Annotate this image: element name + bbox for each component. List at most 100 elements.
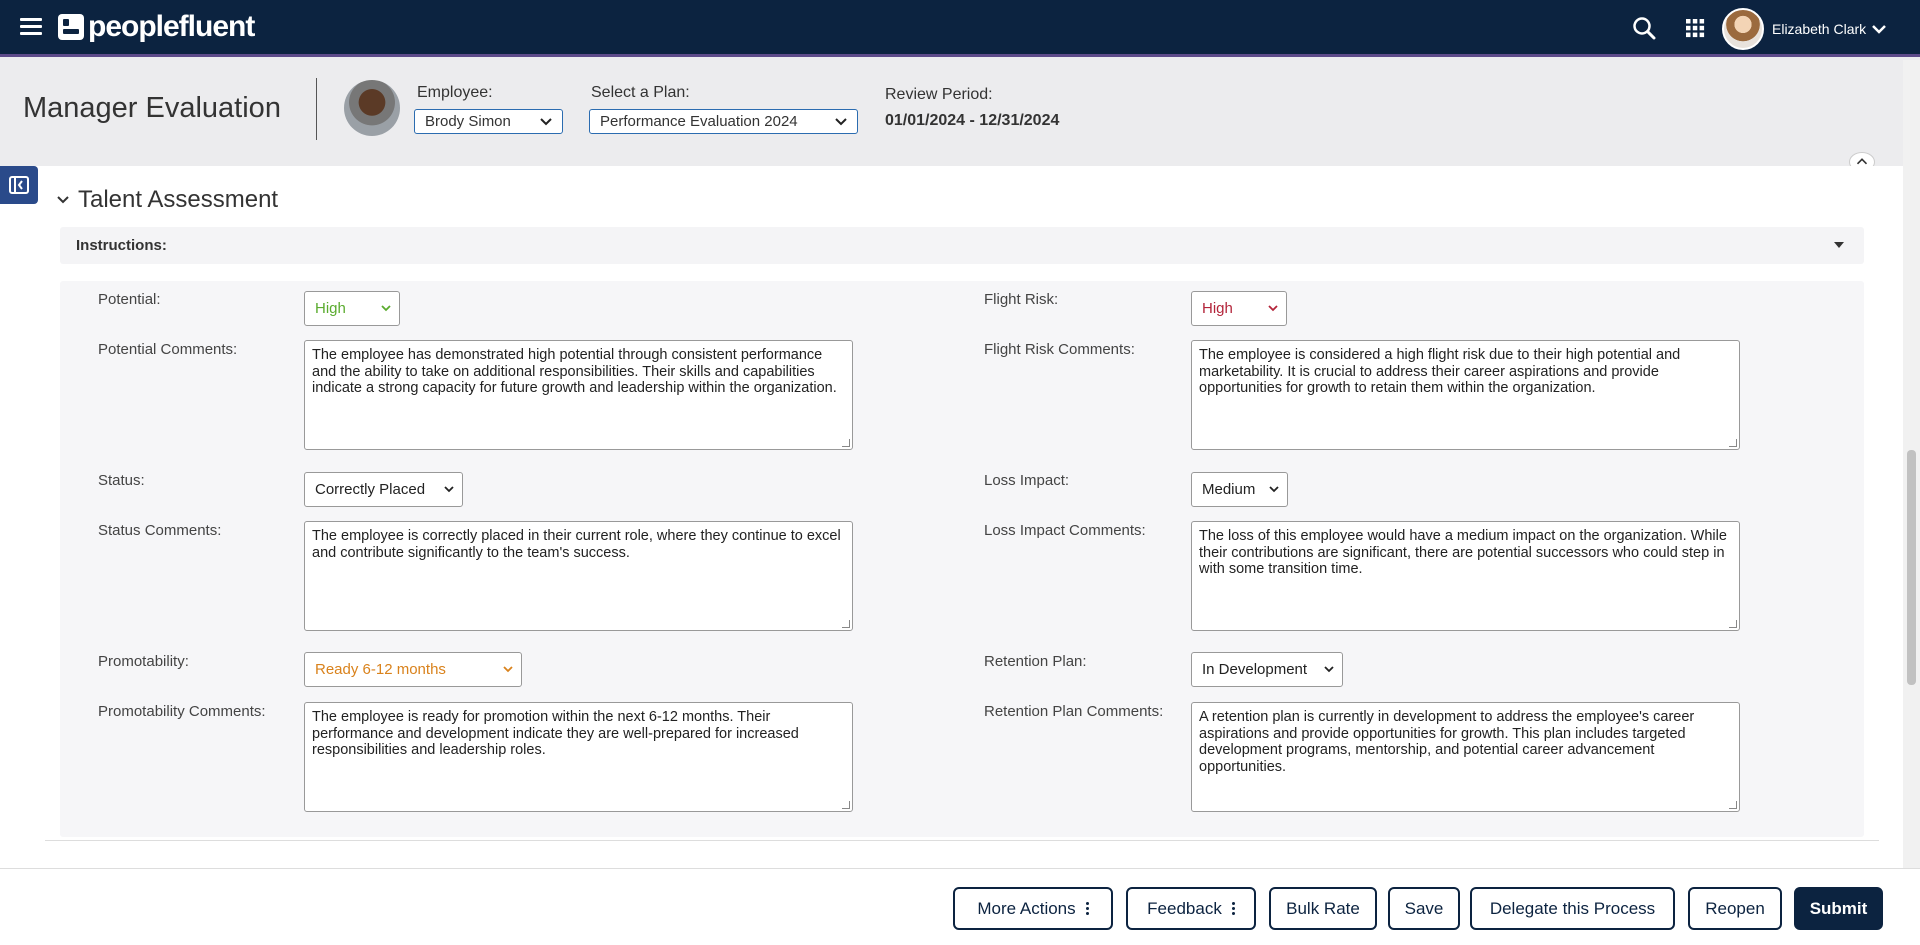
more-actions-button[interactable]: More Actions	[953, 887, 1113, 930]
apps-grid-icon[interactable]	[1681, 14, 1709, 42]
submit-label: Submit	[1809, 898, 1868, 918]
review-period-label: Review Period:	[885, 86, 993, 103]
loss-impact-select-value: Medium	[1202, 481, 1256, 498]
scrollbar-thumb[interactable]	[1907, 450, 1916, 685]
header-divider	[316, 78, 317, 140]
kebab-icon	[1231, 900, 1235, 917]
caret-down-icon	[1834, 242, 1844, 248]
more-actions-label: More Actions	[977, 898, 1076, 918]
flight-risk-comments-textarea[interactable]: The employee is considered a high flight…	[1191, 340, 1740, 450]
chevron-down-icon	[1269, 486, 1279, 493]
user-name: Elizabeth Clark	[1772, 21, 1867, 37]
resize-handle-icon[interactable]	[1729, 801, 1737, 809]
section-divider	[45, 840, 1879, 841]
employee-select-value: Brody Simon	[425, 113, 511, 130]
status-select[interactable]: Correctly Placed	[304, 472, 463, 507]
promotability-label: Promotability:	[98, 653, 189, 670]
status-label: Status:	[98, 472, 145, 489]
flight-risk-comments-text: The employee is considered a high flight…	[1199, 347, 1681, 396]
resize-handle-icon[interactable]	[1729, 439, 1737, 447]
employee-select[interactable]: Brody Simon	[414, 109, 563, 134]
chevron-down-icon	[1268, 305, 1278, 312]
evaluation-header: Manager Evaluation Employee: Brody Simon…	[0, 60, 1903, 172]
review-period-value: 01/01/2024 - 12/31/2024	[885, 112, 1060, 129]
instructions-panel[interactable]: Instructions:	[60, 227, 1864, 264]
plan-select[interactable]: Performance Evaluation 2024	[589, 109, 858, 134]
loss-impact-label: Loss Impact:	[984, 472, 1070, 489]
chevron-down-icon	[1872, 25, 1887, 34]
talent-assessment-form: Potential: High Potential Comments: The …	[60, 281, 1864, 837]
loss-impact-comments-textarea[interactable]: The loss of this employee would have a m…	[1191, 521, 1740, 631]
potential-select[interactable]: High	[304, 291, 400, 326]
main-content: Talent Assessment Instructions: Potentia…	[0, 166, 1903, 868]
page-title: Manager Evaluation	[23, 92, 281, 124]
logo-text: peoplefluent	[88, 10, 255, 43]
promotability-comments-label: Promotability Comments:	[98, 703, 266, 720]
user-menu[interactable]: Elizabeth Clark	[1722, 7, 1887, 51]
bulk-rate-label: Bulk Rate	[1286, 898, 1360, 918]
retention-plan-select-value: In Development	[1202, 661, 1308, 678]
vertical-scrollbar[interactable]	[1903, 60, 1920, 868]
promotability-comments-textarea[interactable]: The employee is ready for promotion with…	[304, 702, 853, 812]
kebab-icon	[1085, 900, 1089, 917]
potential-comments-textarea[interactable]: The employee has demonstrated high poten…	[304, 340, 853, 450]
resize-handle-icon[interactable]	[842, 439, 850, 447]
potential-label: Potential:	[98, 291, 161, 308]
status-comments-label: Status Comments:	[98, 522, 222, 539]
flight-risk-select[interactable]: High	[1191, 291, 1287, 326]
instructions-label: Instructions:	[76, 237, 167, 254]
flight-risk-label: Flight Risk:	[984, 291, 1059, 308]
retention-plan-comments-textarea[interactable]: A retention plan is currently in develop…	[1191, 702, 1740, 812]
retention-plan-label: Retention Plan:	[984, 653, 1087, 670]
loss-impact-comments-text: The loss of this employee would have a m…	[1199, 528, 1727, 577]
plan-label: Select a Plan:	[591, 84, 690, 101]
top-navigation-bar: peoplefluent Elizabeth Clark	[0, 0, 1920, 57]
resize-handle-icon[interactable]	[1729, 620, 1737, 628]
status-select-value: Correctly Placed	[315, 481, 426, 498]
search-icon[interactable]	[1630, 14, 1658, 42]
chevron-down-icon	[444, 486, 454, 493]
chevron-down-icon	[1324, 666, 1334, 673]
chevron-down-icon	[503, 666, 513, 673]
chevron-down-icon	[381, 305, 391, 312]
talent-assessment-section-header[interactable]: Talent Assessment	[56, 186, 278, 214]
chevron-down-icon	[835, 117, 847, 125]
peoplefluent-logo[interactable]: peoplefluent	[58, 10, 255, 44]
flight-risk-comments-label: Flight Risk Comments:	[984, 341, 1135, 358]
status-comments-textarea[interactable]: The employee is correctly placed in thei…	[304, 521, 853, 631]
reopen-button[interactable]: Reopen	[1688, 887, 1782, 930]
employee-avatar	[344, 80, 400, 136]
save-label: Save	[1404, 898, 1444, 918]
save-button[interactable]: Save	[1388, 887, 1460, 930]
bulk-rate-button[interactable]: Bulk Rate	[1269, 887, 1377, 930]
action-footer: More Actions Feedback Bulk Rate Save Del…	[0, 868, 1920, 945]
chevron-down-icon	[540, 117, 552, 125]
promotability-select[interactable]: Ready 6-12 months	[304, 652, 522, 687]
loss-impact-comments-label: Loss Impact Comments:	[984, 522, 1146, 539]
chevron-down-icon	[57, 196, 69, 204]
promotability-comments-text: The employee is ready for promotion with…	[312, 709, 799, 758]
potential-comments-text: The employee has demonstrated high poten…	[312, 347, 837, 396]
hamburger-menu-icon[interactable]	[20, 18, 42, 38]
retention-plan-comments-label: Retention Plan Comments:	[984, 703, 1164, 720]
sidebar-toggle-icon[interactable]	[0, 166, 38, 204]
potential-select-value: High	[315, 300, 346, 317]
employee-label: Employee:	[417, 84, 493, 101]
potential-comments-label: Potential Comments:	[98, 341, 238, 358]
resize-handle-icon[interactable]	[842, 801, 850, 809]
feedback-label: Feedback	[1147, 898, 1222, 918]
plan-select-value: Performance Evaluation 2024	[600, 113, 798, 130]
status-comments-text: The employee is correctly placed in thei…	[312, 528, 841, 561]
retention-plan-comments-text: A retention plan is currently in develop…	[1199, 709, 1695, 775]
reopen-label: Reopen	[1705, 898, 1765, 918]
promotability-select-value: Ready 6-12 months	[315, 661, 446, 678]
submit-button[interactable]: Submit	[1794, 887, 1883, 930]
retention-plan-select[interactable]: In Development	[1191, 652, 1343, 687]
delegate-process-button[interactable]: Delegate this Process	[1470, 887, 1675, 930]
resize-handle-icon[interactable]	[842, 620, 850, 628]
loss-impact-select[interactable]: Medium	[1191, 472, 1288, 507]
section-title: Talent Assessment	[78, 186, 279, 213]
user-avatar	[1722, 8, 1764, 50]
feedback-button[interactable]: Feedback	[1126, 887, 1256, 930]
delegate-label: Delegate this Process	[1489, 898, 1656, 918]
